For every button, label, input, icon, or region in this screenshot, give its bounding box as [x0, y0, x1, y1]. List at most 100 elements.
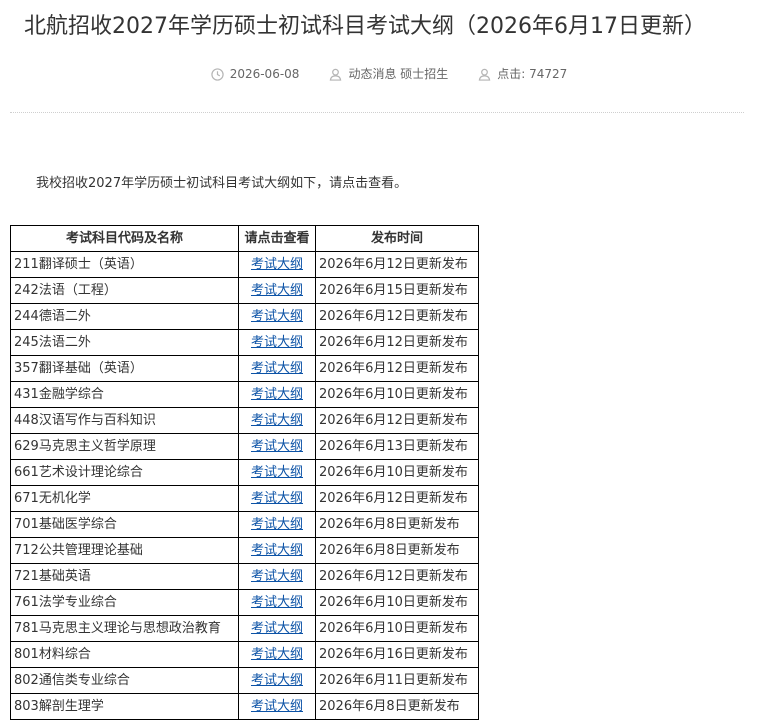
syllabus-link[interactable]: 考试大纲 — [251, 595, 303, 610]
syllabus-link-cell: 考试大纲 — [238, 641, 316, 668]
syllabus-link-cell: 考试大纲 — [238, 303, 316, 330]
syllabus-link[interactable]: 考试大纲 — [251, 465, 303, 480]
meta-date-text: 2026-06-08 — [229, 67, 300, 81]
clock-icon — [211, 67, 224, 81]
user-icon — [478, 68, 491, 81]
syllabus-table: 考试科目代码及名称 请点击查看 发布时间 211翻译硕士（英语） 考试大纲 2026… — [10, 225, 479, 720]
syllabus-link-cell: 考试大纲 — [238, 563, 316, 590]
table-row: 701基础医学综合 考试大纲 2026年6月8日更新发布 — [10, 511, 479, 538]
publish-date: 2026年6月11日更新发布 — [315, 667, 479, 694]
syllabus-link-cell: 考试大纲 — [238, 381, 316, 408]
subject-name: 803解剖生理学 — [10, 693, 239, 720]
subject-name: 661艺术设计理论综合 — [10, 459, 239, 486]
table-row: 431金融学综合 考试大纲 2026年6月10日更新发布 — [10, 381, 479, 408]
syllabus-link[interactable]: 考试大纲 — [251, 283, 303, 298]
publish-date: 2026年6月12日更新发布 — [315, 251, 479, 278]
table-row: 781马克思主义理论与思想政治教育 考试大纲 2026年6月10日更新发布 — [10, 615, 479, 642]
header-date: 发布时间 — [315, 225, 479, 252]
publish-date: 2026年6月10日更新发布 — [315, 615, 479, 642]
syllabus-link[interactable]: 考试大纲 — [251, 413, 303, 428]
subject-name: 721基础英语 — [10, 563, 239, 590]
meta-views: 点击: 74727 — [478, 64, 567, 84]
table-row: 242法语（工程） 考试大纲 2026年6月15日更新发布 — [10, 277, 479, 304]
table-row: 721基础英语 考试大纲 2026年6月12日更新发布 — [10, 563, 479, 590]
table-row: 629马克思主义哲学原理 考试大纲 2026年6月13日更新发布 — [10, 433, 479, 460]
table-row: 661艺术设计理论综合 考试大纲 2026年6月10日更新发布 — [10, 459, 479, 486]
subject-name: 712公共管理理论基础 — [10, 537, 239, 564]
table-row: 211翻译硕士（英语） 考试大纲 2026年6月12日更新发布 — [10, 251, 479, 278]
publish-date: 2026年6月12日更新发布 — [315, 563, 479, 590]
syllabus-link-cell: 考试大纲 — [238, 589, 316, 616]
syllabus-link[interactable]: 考试大纲 — [251, 673, 303, 688]
table-header-row: 考试科目代码及名称 请点击查看 发布时间 — [10, 225, 479, 252]
table-row: 448汉语写作与百科知识 考试大纲 2026年6月12日更新发布 — [10, 407, 479, 434]
table-body: 211翻译硕士（英语） 考试大纲 2026年6月12日更新发布 242法语（工程） 考试… — [10, 251, 479, 720]
subject-name: 761法学专业综合 — [10, 589, 239, 616]
publish-date: 2026年6月12日更新发布 — [315, 355, 479, 382]
meta-views-text: 点击: 74727 — [497, 67, 568, 81]
publish-date: 2026年6月12日更新发布 — [315, 407, 479, 434]
publish-date: 2026年6月10日更新发布 — [315, 381, 479, 408]
subject-name: 801材料综合 — [10, 641, 239, 668]
table-row: 803解剖生理学 考试大纲 2026年6月8日更新发布 — [10, 693, 479, 720]
syllabus-link[interactable]: 考试大纲 — [251, 309, 303, 324]
syllabus-link[interactable]: 考试大纲 — [251, 699, 303, 714]
intro-paragraph: 我校招收2027年学历硕士初试科目考试大纲如下，请点击查看。 — [36, 176, 408, 191]
meta-date: 2026-06-08 — [211, 64, 300, 84]
table-row: 712公共管理理论基础 考试大纲 2026年6月8日更新发布 — [10, 537, 479, 564]
publish-date: 2026年6月16日更新发布 — [315, 641, 479, 668]
publish-date: 2026年6月8日更新发布 — [315, 511, 479, 538]
table-row: 245法语二外 考试大纲 2026年6月12日更新发布 — [10, 329, 479, 356]
syllabus-link[interactable]: 考试大纲 — [251, 439, 303, 454]
syllabus-link[interactable]: 考试大纲 — [251, 621, 303, 636]
publish-date: 2026年6月15日更新发布 — [315, 277, 479, 304]
syllabus-link[interactable]: 考试大纲 — [251, 647, 303, 662]
syllabus-link[interactable]: 考试大纲 — [251, 335, 303, 350]
publish-date: 2026年6月12日更新发布 — [315, 303, 479, 330]
syllabus-link-cell: 考试大纲 — [238, 433, 316, 460]
syllabus-link-cell: 考试大纲 — [238, 615, 316, 642]
syllabus-link-cell: 考试大纲 — [238, 459, 316, 486]
table-row: 761法学专业综合 考试大纲 2026年6月10日更新发布 — [10, 589, 479, 616]
subject-name: 431金融学综合 — [10, 381, 239, 408]
subject-name: 211翻译硕士（英语） — [10, 251, 239, 278]
subject-name: 671无机化学 — [10, 485, 239, 512]
syllabus-link[interactable]: 考试大纲 — [251, 257, 303, 272]
article-meta: 2026-06-08 动态消息 硕士招生 点击: 74727 — [0, 64, 778, 84]
table-row: 244德语二外 考试大纲 2026年6月12日更新发布 — [10, 303, 479, 330]
syllabus-link[interactable]: 考试大纲 — [251, 491, 303, 506]
publish-date: 2026年6月12日更新发布 — [315, 485, 479, 512]
subject-name: 781马克思主义理论与思想政治教育 — [10, 615, 239, 642]
syllabus-link-cell: 考试大纲 — [238, 667, 316, 694]
subject-name: 701基础医学综合 — [10, 511, 239, 538]
syllabus-link-cell: 考试大纲 — [238, 511, 316, 538]
divider — [10, 112, 744, 113]
syllabus-link-cell: 考试大纲 — [238, 407, 316, 434]
syllabus-link[interactable]: 考试大纲 — [251, 569, 303, 584]
syllabus-link[interactable]: 考试大纲 — [251, 543, 303, 558]
user-icon — [330, 68, 342, 81]
syllabus-link[interactable]: 考试大纲 — [251, 517, 303, 532]
syllabus-link-cell: 考试大纲 — [238, 537, 316, 564]
subject-name: 802通信类专业综合 — [10, 667, 239, 694]
table-row: 671无机化学 考试大纲 2026年6月12日更新发布 — [10, 485, 479, 512]
subject-name: 629马克思主义哲学原理 — [10, 433, 239, 460]
table-row: 357翻译基础（英语） 考试大纲 2026年6月12日更新发布 — [10, 355, 479, 382]
syllabus-link-cell: 考试大纲 — [238, 355, 316, 382]
publish-date: 2026年6月13日更新发布 — [315, 433, 479, 460]
publish-date: 2026年6月8日更新发布 — [315, 537, 479, 564]
subject-name: 244德语二外 — [10, 303, 239, 330]
meta-category: 动态消息 硕士招生 — [329, 64, 448, 84]
header-link: 请点击查看 — [238, 225, 316, 252]
syllabus-link-cell: 考试大纲 — [238, 693, 316, 720]
syllabus-link[interactable]: 考试大纲 — [251, 361, 303, 376]
table-row: 801材料综合 考试大纲 2026年6月16日更新发布 — [10, 641, 479, 668]
table-row: 802通信类专业综合 考试大纲 2026年6月11日更新发布 — [10, 667, 479, 694]
publish-date: 2026年6月8日更新发布 — [315, 693, 479, 720]
syllabus-link-cell: 考试大纲 — [238, 329, 316, 356]
page-title: 北航招收2027年学历硕士初试科目考试大纲（2026年6月17日更新） — [24, 14, 706, 39]
meta-category-text: 动态消息 硕士招生 — [348, 67, 449, 81]
publish-date: 2026年6月10日更新发布 — [315, 459, 479, 486]
syllabus-link[interactable]: 考试大纲 — [251, 387, 303, 402]
syllabus-link-cell: 考试大纲 — [238, 485, 316, 512]
